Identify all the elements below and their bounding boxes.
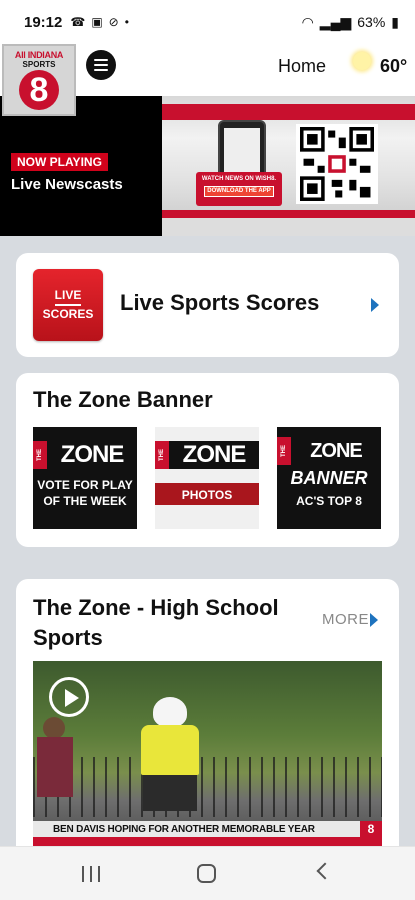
zone-logo: THE ZONE <box>277 437 381 465</box>
main-content[interactable]: LIVE SCORES Live Sports Scores The Zone … <box>0 236 415 869</box>
player-figure <box>133 697 207 823</box>
jersey <box>141 725 199 775</box>
temperature[interactable]: 60° <box>380 56 407 77</box>
promo-stripe-bottom <box>162 210 415 218</box>
menu-button[interactable] <box>86 50 116 80</box>
hero-banner[interactable]: NOW PLAYING Live Newscasts WATCH NEWS ON… <box>0 96 415 236</box>
high-school-sports-card: The Zone - High School Sports MORE BEN D… <box>16 579 399 869</box>
live-scores-icon: LIVE SCORES <box>33 269 103 341</box>
phone-icon <box>218 120 266 180</box>
channel-logo: 8 <box>360 821 382 837</box>
vote-play-of-week-tile[interactable]: THE ZONE VOTE FOR PLAY OF THE WEEK <box>33 427 137 529</box>
fence-graphic <box>33 757 382 817</box>
shorts <box>143 775 197 811</box>
station-logo[interactable]: All INDIANA SPORTS 8 <box>2 44 76 116</box>
app-header: All INDIANA SPORTS 8 Home 60° <box>0 44 415 116</box>
coach-body <box>37 737 73 797</box>
app-promo-image: WATCH NEWS ON WISH8. DOWNLOAD THE APP <box>162 96 415 236</box>
wifi-icon: ◠ <box>301 13 314 30</box>
logo-number: 8 <box>19 70 59 110</box>
battery-icon: ▮ <box>391 13 399 30</box>
zone-the-label: THE <box>33 441 47 469</box>
recent-apps-icon-bar <box>98 866 100 882</box>
signal-icon: ▂▄▆ <box>319 13 352 30</box>
chevron-right-icon[interactable] <box>370 613 378 627</box>
more-link[interactable]: MORE <box>322 611 369 628</box>
zone-logo: THE ZONE <box>155 441 259 469</box>
zone-photos-label: PHOTOS <box>181 488 233 502</box>
promo-stripe <box>162 104 415 120</box>
video-caption: BEN DAVIS HOPING FOR ANOTHER MEMORABLE Y… <box>53 823 315 835</box>
live-tile-line-2: SCORES <box>42 306 94 321</box>
ac-top-8-label: AC'S TOP 8 <box>296 494 362 508</box>
zone-banner-title: The Zone Banner <box>33 387 213 412</box>
dot-icon: • <box>124 15 129 29</box>
notification-icons: ☎ ▣ ⊘ • <box>70 15 129 29</box>
video-caption-bar: BEN DAVIS HOPING FOR ANOTHER MEMORABLE Y… <box>33 821 382 837</box>
zone-word: ZONE <box>182 441 247 468</box>
no-signal-icon: ⊘ <box>108 15 119 29</box>
logo-line-2: SPORTS <box>22 60 56 69</box>
zone-word: ZONE <box>60 441 125 468</box>
phone-screen <box>224 128 260 172</box>
coach-head <box>43 717 65 739</box>
live-scores-title: Live Sports Scores <box>120 290 320 315</box>
missed-call-icon: ☎ <box>70 15 86 29</box>
promo-text: WATCH NEWS ON WISH8. <box>201 176 277 182</box>
logo-line-1: All INDIANA <box>14 50 64 60</box>
recent-apps-icon[interactable] <box>82 866 100 882</box>
zone-word: ZONE <box>310 439 363 462</box>
zone-photos-tile[interactable]: THE ZONE PHOTOS <box>155 427 259 529</box>
zone-the-label: THE <box>277 437 291 465</box>
download-app-label: DOWNLOAD THE APP <box>204 186 274 197</box>
battery-level: 63% <box>357 14 386 30</box>
high-school-sports-title: The Zone - High School Sports <box>33 595 279 650</box>
status-bar: 19:12 ☎ ▣ ⊘ • ◠ ▂▄▆ 63% ▮ <box>0 0 415 44</box>
helmet <box>153 697 187 727</box>
zone-banner-word: BANNER <box>290 468 368 488</box>
live-newscast-panel[interactable]: NOW PLAYING Live Newscasts <box>0 96 162 236</box>
qr-code-icon <box>296 124 378 204</box>
back-icon[interactable] <box>316 862 334 880</box>
hamburger-icon-line <box>94 64 108 66</box>
promo-floor <box>162 218 415 236</box>
zone-banner-card: The Zone Banner THE ZONE VOTE FOR PLAY O… <box>16 373 399 547</box>
zone-banner-top8-tile[interactable]: THE ZONE BANNER AC'S TOP 8 <box>277 427 381 529</box>
sun-icon[interactable] <box>353 52 371 70</box>
now-playing-badge: NOW PLAYING <box>11 153 108 171</box>
hamburger-icon <box>94 59 108 61</box>
recent-apps-icon-bar <box>90 866 92 882</box>
play-button[interactable] <box>49 677 89 717</box>
system-nav-bar <box>0 846 415 900</box>
home-icon[interactable] <box>197 864 216 883</box>
zone-the-label: THE <box>155 441 169 469</box>
chevron-right-icon <box>371 298 379 312</box>
play-icon <box>65 689 79 707</box>
hamburger-icon-line <box>94 69 108 71</box>
image-icon: ▣ <box>91 15 103 29</box>
status-time: 19:12 <box>24 13 63 31</box>
video-thumbnail[interactable]: BEN DAVIS HOPING FOR ANOTHER MEMORABLE Y… <box>33 661 382 847</box>
live-newscasts-title: Live Newscasts <box>11 176 123 193</box>
home-link[interactable]: Home <box>278 56 326 77</box>
live-scores-card[interactable]: LIVE SCORES Live Sports Scores <box>16 253 399 357</box>
live-tile-line-1: LIVE <box>54 287 82 306</box>
zone-logo: THE ZONE <box>33 441 137 469</box>
promo-box: WATCH NEWS ON WISH8. DOWNLOAD THE APP <box>196 172 282 206</box>
qr-code-graphic <box>300 127 374 201</box>
vote-play-of-week-label: VOTE FOR PLAY OF THE WEEK <box>37 478 133 508</box>
recent-apps-icon-bar <box>82 866 84 882</box>
